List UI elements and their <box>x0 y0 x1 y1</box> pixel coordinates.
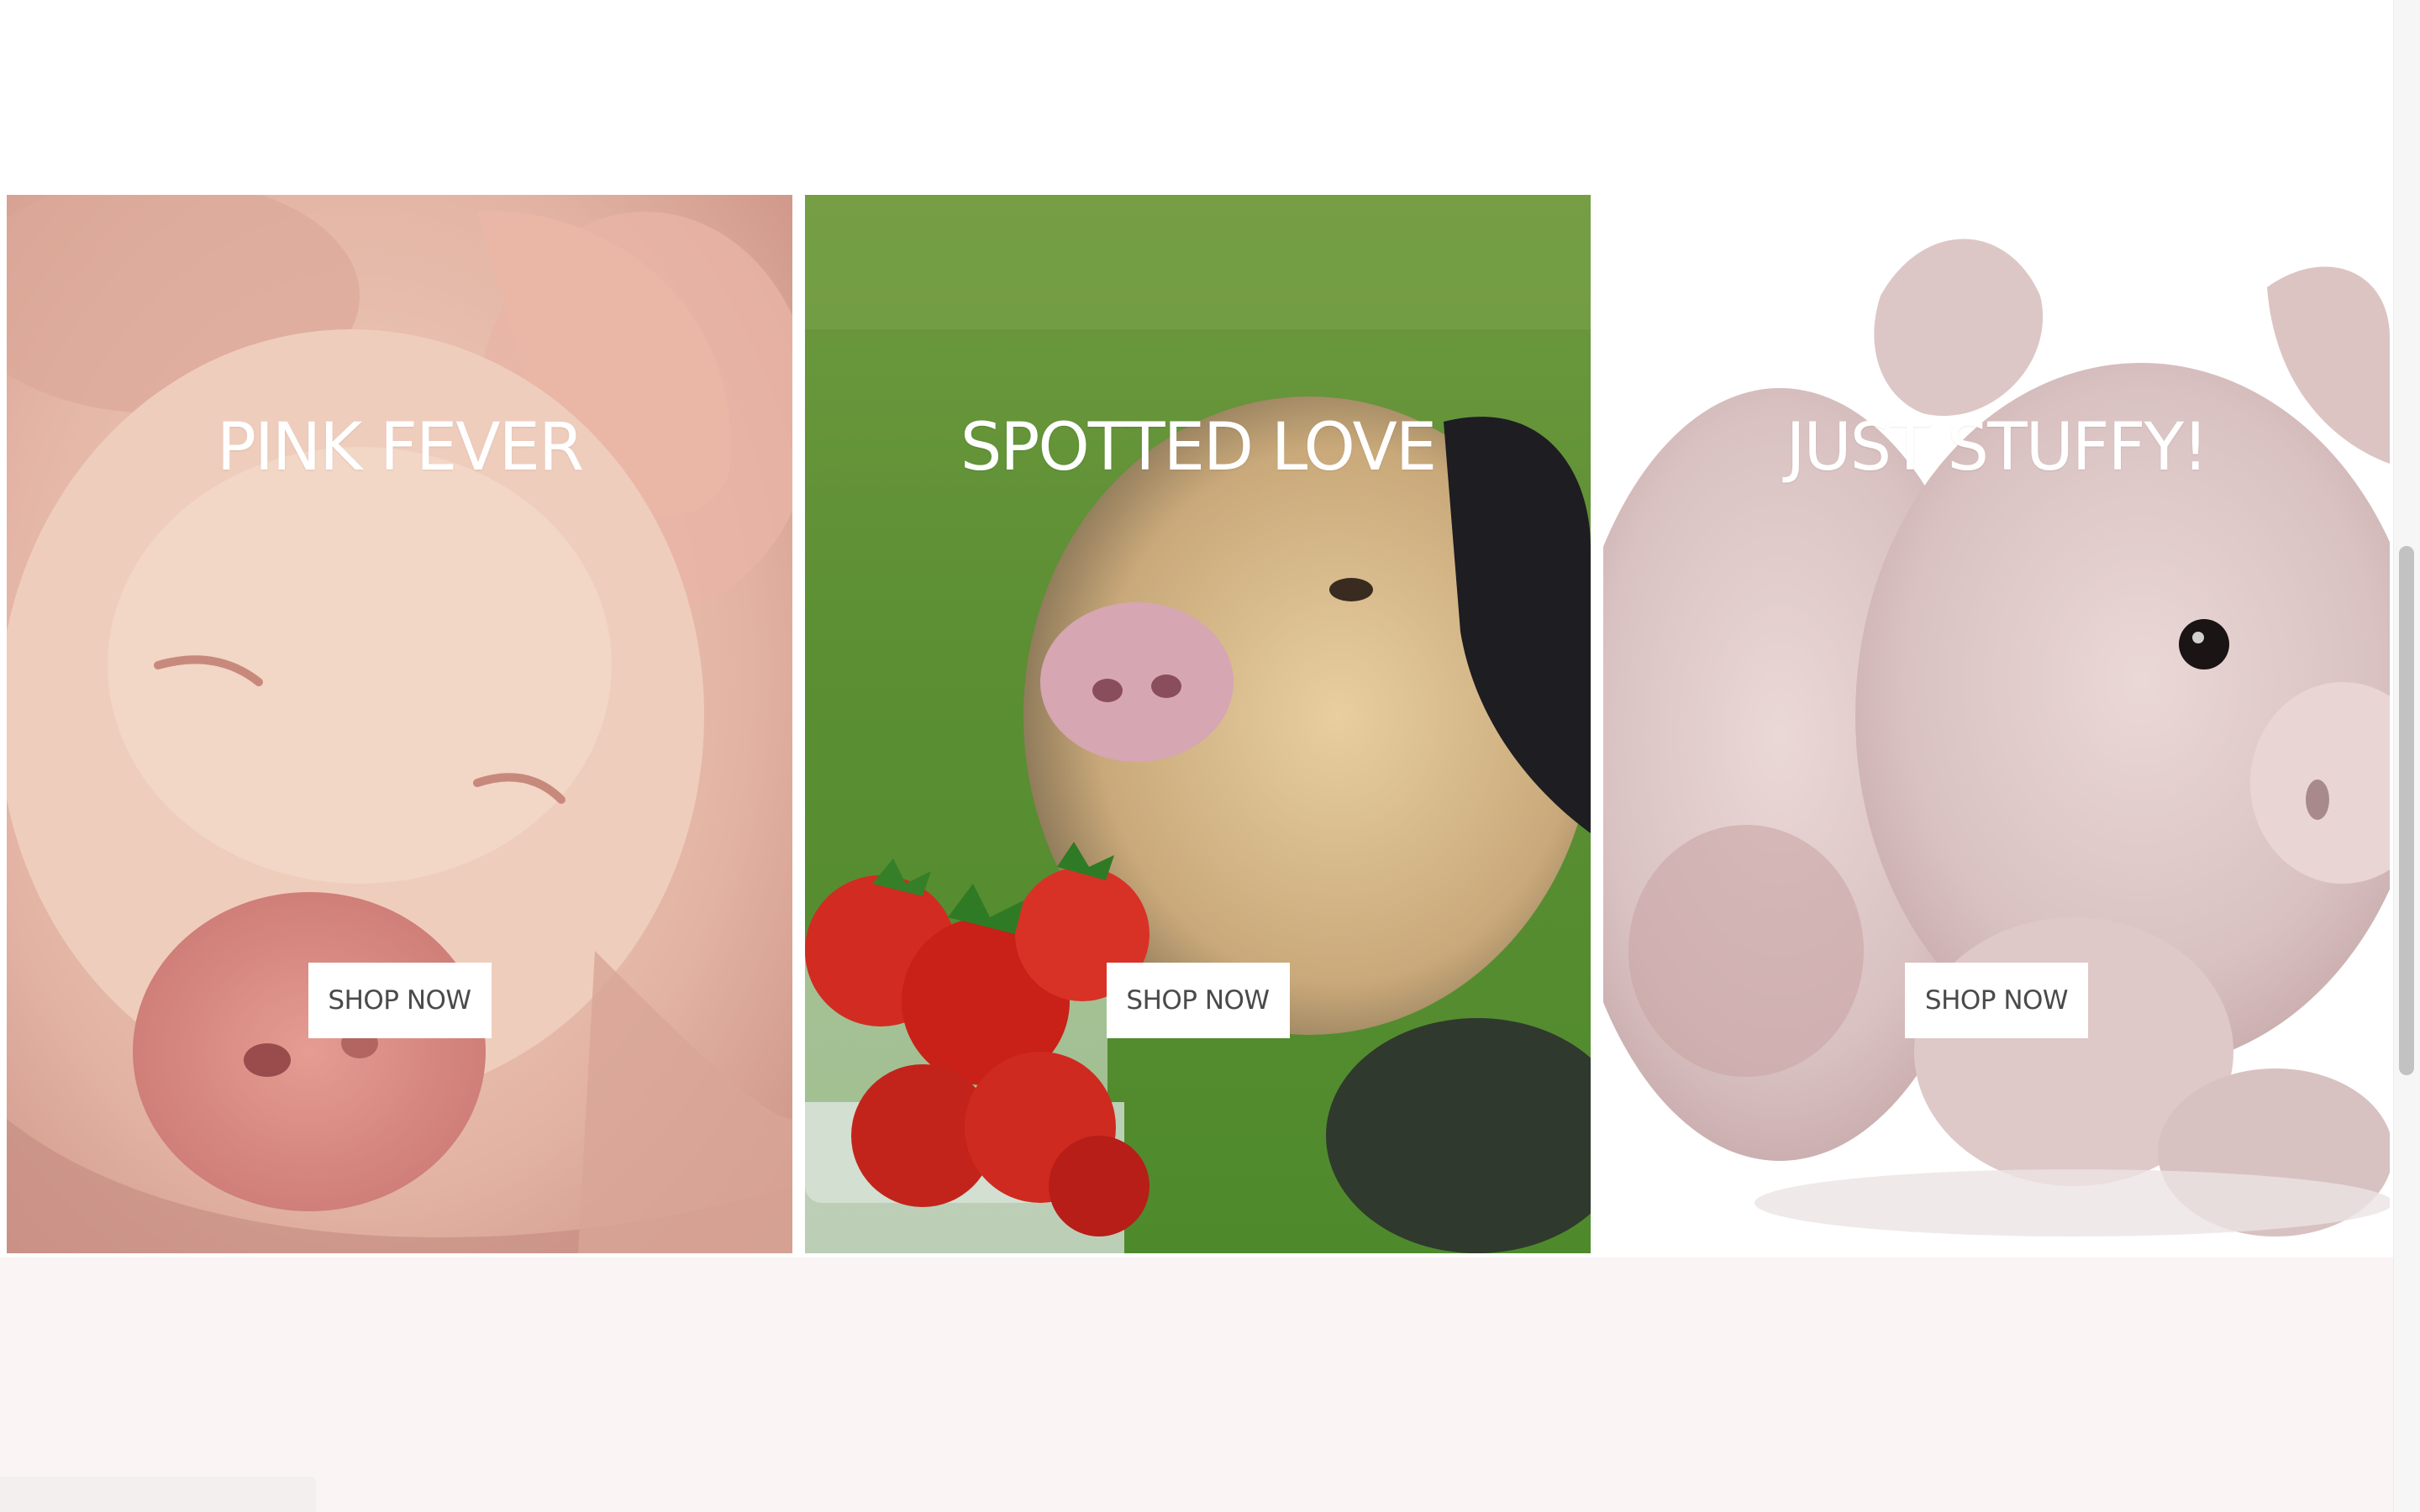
card-title: PINK FEVER <box>216 410 584 486</box>
card-title: JUST STUFFY! <box>1786 410 2209 486</box>
page: PINK FEVER SHOP NOW SPOTTED LOVE SHOP NO… <box>0 0 2420 1512</box>
shop-now-button[interactable]: SHOP NOW <box>1106 963 1290 1038</box>
card-title: SPOTTED LOVE <box>960 410 1437 486</box>
category-card-just-stuffy[interactable]: JUST STUFFY! SHOP NOW <box>1603 195 2390 1253</box>
footer-band <box>0 1257 2393 1512</box>
spotted-piglet-image <box>805 195 1591 1253</box>
category-card-pink-fever[interactable]: PINK FEVER SHOP NOW <box>7 195 792 1253</box>
corner-widget[interactable] <box>0 1477 316 1512</box>
scrollbar-thumb[interactable] <box>2399 546 2414 1075</box>
pink-piglet-image <box>7 195 792 1253</box>
plush-pig-image <box>1603 195 2390 1253</box>
shop-now-button[interactable]: SHOP NOW <box>308 963 492 1038</box>
category-gallery: PINK FEVER SHOP NOW SPOTTED LOVE SHOP NO… <box>7 195 2390 1253</box>
shop-now-button[interactable]: SHOP NOW <box>1905 963 2088 1038</box>
category-card-spotted-love[interactable]: SPOTTED LOVE SHOP NOW <box>805 195 1591 1253</box>
